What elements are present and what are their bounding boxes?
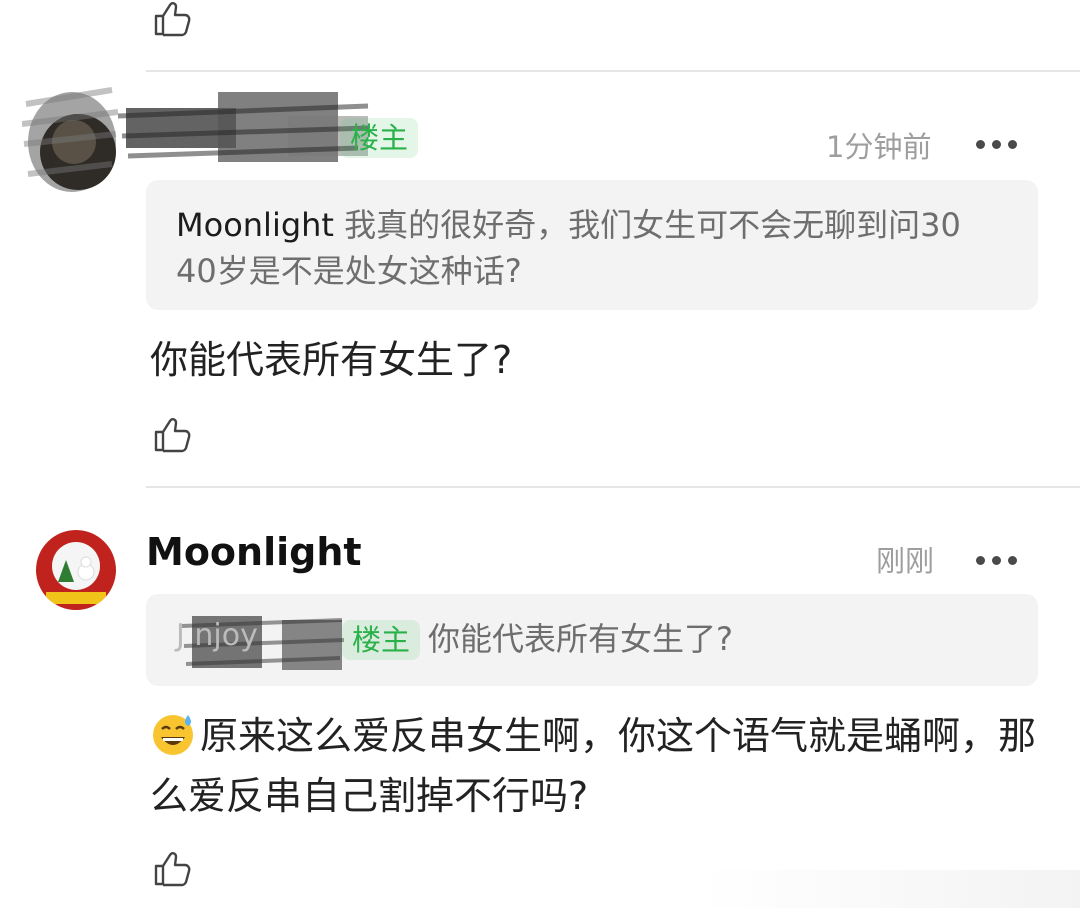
- username-redacted: [118, 92, 369, 162]
- comment-time: 1分钟前: [826, 130, 932, 164]
- avatar-image: [36, 530, 116, 610]
- username[interactable]: Moonlight: [146, 530, 362, 574]
- like-icon[interactable]: [150, 846, 194, 890]
- comment-body-text: 原来这么爱反串女生啊，你这个语气就是蛹啊，那么爱反串自己割掉不行吗?: [150, 714, 1037, 818]
- avatar[interactable]: [36, 530, 116, 610]
- like-icon[interactable]: [150, 0, 194, 40]
- sweat-smile-emoji-icon: [153, 715, 193, 755]
- bottom-shadow: [700, 870, 1080, 908]
- quoted-text: 你能代表所有女生了?: [428, 620, 733, 658]
- op-badge: 楼主: [340, 118, 419, 158]
- comment-body: 你能代表所有女生了?: [150, 338, 513, 382]
- comment-body: 原来这么爱反串女生啊，你这个语气就是蛹啊，那么爱反串自己割掉不行吗?: [150, 706, 1040, 826]
- comment-divider: [146, 486, 1080, 488]
- quoted-reply[interactable]: J njoy 楼主 你能代表所有女生了?: [146, 594, 1038, 686]
- like-icon[interactable]: [150, 412, 194, 456]
- more-icon[interactable]: [976, 544, 1024, 565]
- op-badge: 楼主: [342, 620, 421, 660]
- avatar[interactable]: [22, 84, 118, 196]
- quoted-username[interactable]: J njoy: [176, 618, 258, 653]
- comment-divider: [146, 70, 1080, 72]
- quoted-reply[interactable]: Moonlight 我真的很好奇，我们女生可不会无聊到问30 40岁是不是处女这…: [146, 180, 1038, 310]
- comment-time: 刚刚: [876, 544, 935, 578]
- quoted-username[interactable]: Moonlight: [176, 206, 334, 244]
- more-icon[interactable]: [976, 128, 1024, 149]
